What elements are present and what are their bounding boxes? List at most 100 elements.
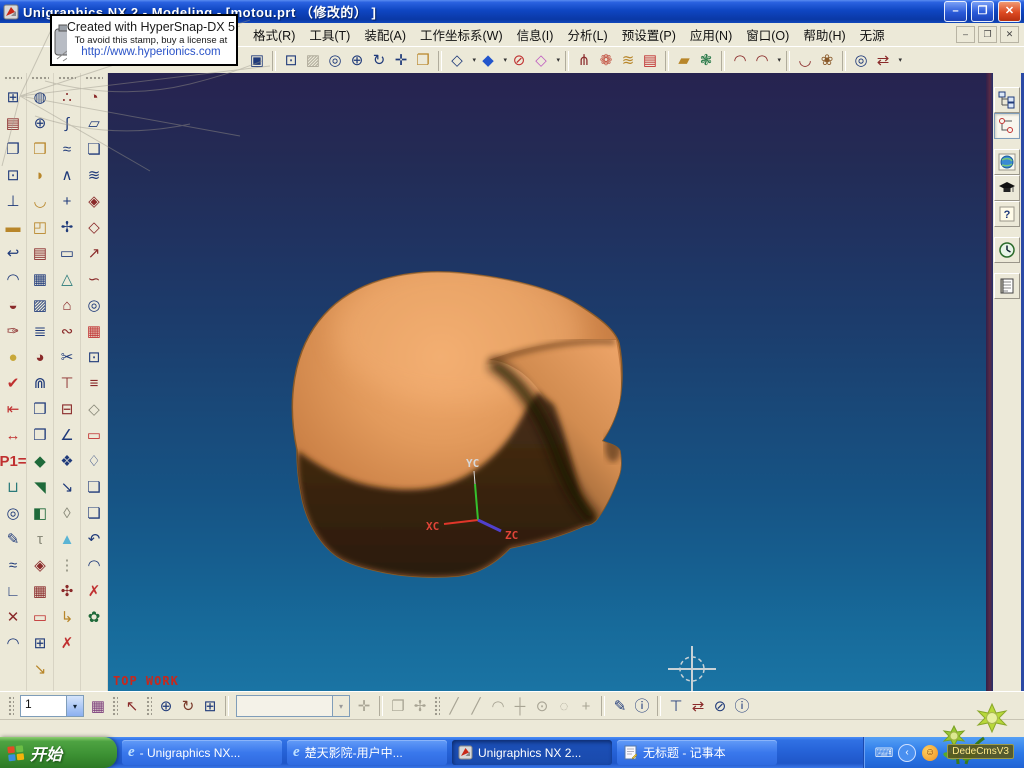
through-curves-icon[interactable]: ❏ — [82, 136, 106, 162]
edit-object-display-icon[interactable]: ✎ — [609, 695, 631, 717]
mesh-surface-icon[interactable]: ▦ — [28, 578, 52, 604]
edit-curve-icon[interactable]: ≈ — [1, 552, 25, 578]
start-button[interactable]: 开始 — [0, 737, 117, 768]
sphere-feature-icon[interactable]: ◒ — [1, 292, 25, 318]
optimize-face-icon[interactable]: ❃ — [695, 50, 717, 72]
arc-surface-icon[interactable]: ◔ — [82, 84, 106, 110]
wcs-orient-icon[interactable]: ⊤ — [665, 695, 687, 717]
join-body-icon[interactable]: ⊔ — [1, 474, 25, 500]
layer-settings-icon[interactable]: ▦ — [87, 695, 109, 717]
cone-icon[interactable]: △ — [55, 266, 79, 292]
boss-icon[interactable]: ⊥ — [1, 188, 25, 214]
restore-button[interactable]: ❐ — [971, 1, 994, 22]
mirror-body-icon[interactable]: ▨ — [28, 292, 52, 318]
menu-window[interactable]: 窗口(O) — [739, 23, 796, 46]
law-extension-icon[interactable]: ∽ — [82, 266, 106, 292]
wcs-display-icon[interactable]: ⊞ — [199, 695, 221, 717]
revolve-icon[interactable]: ◕ — [28, 344, 52, 370]
graphics-viewport[interactable]: XC YC ZC TOP WORK — [108, 73, 986, 691]
snap-target-icon[interactable]: ⊕ — [155, 695, 177, 717]
flower-surface-icon[interactable]: ✿ — [82, 604, 106, 630]
menu-help[interactable]: 帮助(H) — [796, 23, 852, 46]
sphere-icon[interactable]: ◍ — [28, 84, 52, 110]
snap-endpoint-icon[interactable]: ╱ — [443, 695, 465, 717]
more-tools-icon[interactable]: ⋮ — [55, 552, 79, 578]
ball-feature-icon[interactable]: ● — [1, 344, 25, 370]
datum-axis-icon[interactable]: ∠ — [55, 422, 79, 448]
thicken-sheet-icon[interactable]: ◧ — [28, 500, 52, 526]
delete-body-icon[interactable]: ✗ — [82, 578, 106, 604]
model-body[interactable] — [292, 259, 622, 577]
rotate-view-icon[interactable]: ↻ — [368, 50, 390, 72]
paste-display-icon[interactable]: ✢ — [409, 695, 431, 717]
zoom-box-icon[interactable]: ▨ — [302, 50, 324, 72]
name-filter-combo[interactable]: ▾ — [236, 695, 350, 717]
cylinder-icon[interactable]: ⊕ — [28, 110, 52, 136]
point-method-icon[interactable]: ✛ — [353, 695, 375, 717]
toolbar-grip[interactable] — [31, 76, 49, 81]
distance-gauge-icon[interactable]: ❀ — [816, 50, 838, 72]
unite-icon[interactable]: ⋒ — [28, 370, 52, 396]
dome-icon[interactable]: ◠ — [1, 266, 25, 292]
zoom-in-out-icon[interactable]: ⊕ — [346, 50, 368, 72]
qq-tray-icon[interactable]: ☺ — [922, 745, 938, 761]
section-analysis-icon[interactable]: ≋ — [617, 50, 639, 72]
mdi-minimize-button[interactable]: – — [956, 26, 975, 43]
suppress-feature-icon[interactable]: ≣ — [28, 318, 52, 344]
extrude-icon[interactable]: ❐ — [1, 136, 25, 162]
trim-body-icon[interactable]: ◡ — [28, 188, 52, 214]
view-orientation-icon[interactable]: ◇▾ — [446, 50, 468, 72]
facet-body-icon[interactable]: ▲ — [55, 526, 79, 552]
subtract-icon[interactable]: ❒ — [28, 396, 52, 422]
extension-icon[interactable]: ↗ — [82, 240, 106, 266]
tube-icon[interactable]: ◎ — [82, 292, 106, 318]
notes-button[interactable] — [994, 273, 1020, 299]
menu-format[interactable]: 格式(R) — [246, 23, 302, 46]
transform-icon[interactable]: ↘ — [28, 656, 52, 682]
wcs-rotate-icon[interactable]: ⇄ — [687, 695, 709, 717]
expression-icon[interactable]: P1= — [1, 448, 25, 474]
emboss-icon[interactable]: ✑ — [1, 318, 25, 344]
hidden-edge-icon[interactable]: ⊘ — [508, 50, 530, 72]
mdi-close-button[interactable]: ✕ — [1000, 26, 1019, 43]
menu-preferences[interactable]: 预设置(P) — [615, 23, 683, 46]
datum-plane-icon[interactable]: ▤ — [1, 110, 25, 136]
wcs-information-icon[interactable]: ⓘ — [731, 695, 753, 717]
copy-surface-icon[interactable]: ❏ — [82, 474, 106, 500]
menu-wcs[interactable]: 工作坐标系(W) — [413, 23, 510, 46]
web-browser-button[interactable] — [994, 149, 1020, 175]
patch-body-icon[interactable]: ◥ — [28, 474, 52, 500]
menu-assemblies[interactable]: 装配(A) — [357, 23, 413, 46]
snap-midpoint-icon[interactable]: ╱ — [465, 695, 487, 717]
bounded-plane-icon[interactable]: ▭ — [28, 604, 52, 630]
delete-face-icon[interactable]: ✕ — [1, 604, 25, 630]
menu-analysis[interactable]: 分析(L) — [560, 23, 614, 46]
pad-icon[interactable]: ↩ — [1, 240, 25, 266]
wcs-origin-icon[interactable]: ⊘ — [709, 695, 731, 717]
hole-icon[interactable]: ⊡ — [1, 162, 25, 188]
toolbar-grip[interactable] — [85, 76, 103, 81]
snap-quadrant-icon[interactable]: ◌ — [553, 695, 575, 717]
instance-array-icon[interactable]: ▦ — [28, 266, 52, 292]
box-icon[interactable]: ◰ — [28, 214, 52, 240]
copy-display-icon[interactable]: ❐ — [387, 695, 409, 717]
block-icon[interactable]: ❒ — [28, 136, 52, 162]
profile-icon[interactable]: ⌂ — [55, 292, 79, 318]
comb-analysis-icon[interactable]: ⋔ — [573, 50, 595, 72]
taper-icon[interactable]: τ — [28, 526, 52, 552]
pan-view-icon[interactable]: ✛ — [390, 50, 412, 72]
toolbar-grip[interactable] — [8, 696, 14, 716]
point-group-icon[interactable]: ✢ — [55, 214, 79, 240]
trim-curve-icon[interactable]: ✂ — [55, 344, 79, 370]
divide-curve-icon[interactable]: ⊤ — [55, 370, 79, 396]
trim-corner-icon[interactable]: ⊟ — [55, 396, 79, 422]
toolbar-grip[interactable] — [434, 696, 440, 716]
transition-icon[interactable]: ◇ — [82, 396, 106, 422]
verify-dimension-icon[interactable]: ✔ — [1, 370, 25, 396]
snap-intersection-icon[interactable]: ┼ — [509, 695, 531, 717]
helix-icon[interactable]: ∾ — [55, 318, 79, 344]
close-button[interactable]: ✕ — [998, 1, 1021, 22]
point-icon[interactable]: + — [55, 188, 79, 214]
snap-point-icon[interactable]: + — [575, 695, 597, 717]
menu-passive[interactable]: 无源 — [853, 23, 892, 46]
